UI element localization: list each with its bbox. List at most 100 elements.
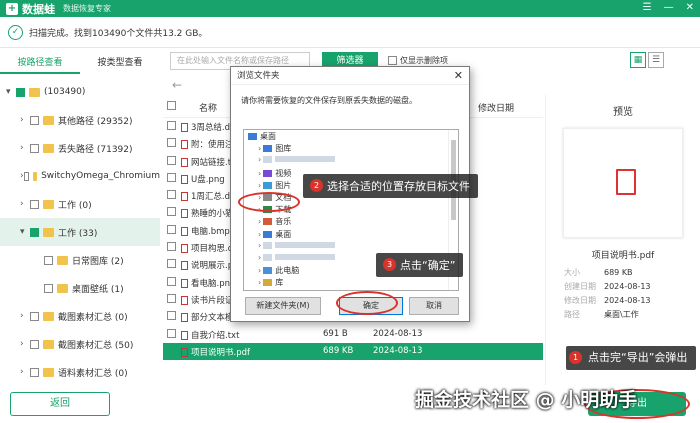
expand-icon[interactable]: ▾ [6, 87, 16, 97]
row-checkbox[interactable] [167, 242, 176, 252]
tree-checkbox[interactable] [23, 171, 29, 181]
expand-icon[interactable]: › [20, 339, 30, 349]
file-name: 说明展示.p [191, 261, 234, 272]
meta-row: 创建日期 2024-08-13 [564, 281, 700, 295]
tree-node[interactable]: › 截图素材汇总 (0) [0, 302, 160, 330]
row-checkbox[interactable] [167, 190, 176, 200]
file-row[interactable]: 自我介绍.txt 691 B 2024-08-13 [163, 326, 543, 343]
dialog-close-icon[interactable]: ✕ [454, 69, 463, 82]
expand-icon[interactable]: › [258, 241, 261, 250]
dialog-tree-node[interactable]: › 音乐 [244, 215, 458, 227]
expand-icon[interactable]: › [258, 169, 261, 178]
expand-icon[interactable]: › [20, 311, 30, 321]
file-icon [181, 278, 188, 288]
tab-by-path[interactable]: 按路径查看 [0, 52, 80, 74]
dialog-tree-node[interactable]: › [244, 154, 458, 166]
row-checkbox[interactable] [167, 293, 176, 303]
list-view-icon[interactable]: ☰ [648, 52, 664, 68]
expand-icon[interactable]: ▾ [20, 227, 30, 237]
view-mode-buttons: ▦ ☰ [630, 52, 664, 68]
tree-checkbox[interactable] [30, 311, 39, 321]
minimize-icon[interactable]: — [664, 2, 674, 13]
file-name-cell: U盘.png [181, 173, 225, 185]
dialog-cancel-button[interactable]: 取消 [409, 297, 459, 315]
column-modified[interactable]: 修改日期 [478, 101, 514, 114]
folder-icon [29, 87, 40, 97]
expand-icon[interactable]: › [20, 115, 30, 125]
tree-node[interactable]: ▾ (103490) [0, 78, 160, 106]
tree-node[interactable]: › 工作 (0) [0, 190, 160, 218]
dialog-tree-node[interactable]: › [244, 240, 458, 252]
tree-node[interactable]: ▾ 工作 (33) [0, 218, 160, 246]
row-checkbox[interactable] [167, 311, 176, 321]
only-deleted-checkbox[interactable] [388, 56, 397, 65]
select-all-checkbox[interactable] [167, 101, 176, 110]
tree-node[interactable]: 桌面壁纸 (1) [0, 274, 160, 302]
tree-checkbox[interactable] [30, 143, 39, 153]
row-checkbox[interactable] [167, 138, 176, 148]
grid-view-icon[interactable]: ▦ [630, 52, 646, 68]
menu-icon[interactable]: ☰ [643, 2, 652, 13]
column-name[interactable]: 名称 [199, 101, 217, 114]
expand-icon[interactable]: › [258, 278, 261, 287]
row-checkbox[interactable] [167, 224, 176, 234]
dialog-tree-node[interactable]: › 桌面 [244, 228, 458, 240]
row-checkbox[interactable] [167, 207, 176, 217]
tree-checkbox[interactable] [30, 339, 39, 349]
back-button[interactable]: 返回 [10, 392, 110, 416]
tree-node[interactable]: › SwitchyOmega_Chromium [0, 162, 160, 190]
tree-node[interactable]: › 语料素材汇总 (0) [0, 358, 160, 383]
expand-icon[interactable]: › [258, 144, 261, 153]
file-name-cell: 网站链接.tx [181, 156, 236, 168]
expand-icon[interactable]: › [258, 181, 261, 190]
tree-node[interactable]: › 其他路径 (29352) [0, 106, 160, 134]
tree-checkbox[interactable] [30, 199, 39, 209]
expand-icon[interactable]: › [258, 266, 261, 275]
nav-back-icon[interactable]: ← [172, 78, 182, 92]
tree-node[interactable]: › 丢失路径 (71392) [0, 134, 160, 162]
check-circle-icon: ✓ [8, 25, 23, 40]
row-checkbox[interactable] [167, 121, 176, 130]
file-size: 689 KB [323, 345, 354, 356]
step-2-badge: 2 [310, 179, 323, 192]
row-checkbox[interactable] [167, 345, 176, 355]
tree-checkbox[interactable] [44, 283, 53, 293]
tree-node-label: 丢失路径 (71392) [58, 144, 133, 155]
highlight-documents-ring [238, 192, 300, 212]
tree-node-label: 工作 (33) [58, 228, 98, 239]
file-row[interactable]: 项目说明书.pdf 689 KB 2024-08-13 [163, 342, 543, 361]
dialog-node-label: 音乐 [275, 217, 292, 227]
file-name-cell: 项目构思.d [181, 242, 233, 254]
expand-icon[interactable]: › [20, 367, 30, 377]
row-checkbox[interactable] [167, 259, 176, 269]
file-name-cell: 自我介绍.txt [181, 329, 239, 341]
folder-icon [43, 227, 54, 237]
file-icon [181, 295, 188, 305]
expand-icon[interactable]: › [258, 230, 261, 239]
expand-icon[interactable]: › [258, 217, 261, 226]
tree-checkbox[interactable] [30, 367, 39, 377]
dialog-node-label: 视频 [275, 168, 292, 178]
file-size: 691 B [323, 328, 348, 339]
tree-checkbox[interactable] [30, 227, 39, 237]
row-checkbox[interactable] [167, 276, 176, 286]
row-checkbox[interactable] [167, 328, 176, 338]
tree-checkbox[interactable] [16, 87, 25, 97]
tree-checkbox[interactable] [30, 115, 39, 125]
new-folder-button[interactable]: 新建文件夹(M) [245, 297, 321, 315]
tree-checkbox[interactable] [44, 255, 53, 265]
expand-icon[interactable]: › [258, 155, 261, 164]
tree-node[interactable]: › 截图素材汇总 (50) [0, 330, 160, 358]
tab-by-type[interactable]: 按类型查看 [80, 52, 160, 74]
row-checkbox[interactable] [167, 172, 176, 182]
dialog-tree-node[interactable]: › 库 [244, 276, 458, 288]
row-checkbox[interactable] [167, 155, 176, 165]
expand-icon[interactable]: › [258, 253, 261, 262]
dialog-tree-node[interactable]: 桌面 [244, 130, 458, 142]
tree-node[interactable]: 日常图库 (2) [0, 246, 160, 274]
expand-icon[interactable]: › [20, 143, 30, 153]
only-deleted-toggle[interactable]: 仅显示删除项 [388, 55, 448, 66]
dialog-tree-node[interactable]: › 图库 [244, 142, 458, 154]
expand-icon[interactable]: › [20, 199, 30, 209]
close-icon[interactable]: ✕ [686, 2, 694, 13]
